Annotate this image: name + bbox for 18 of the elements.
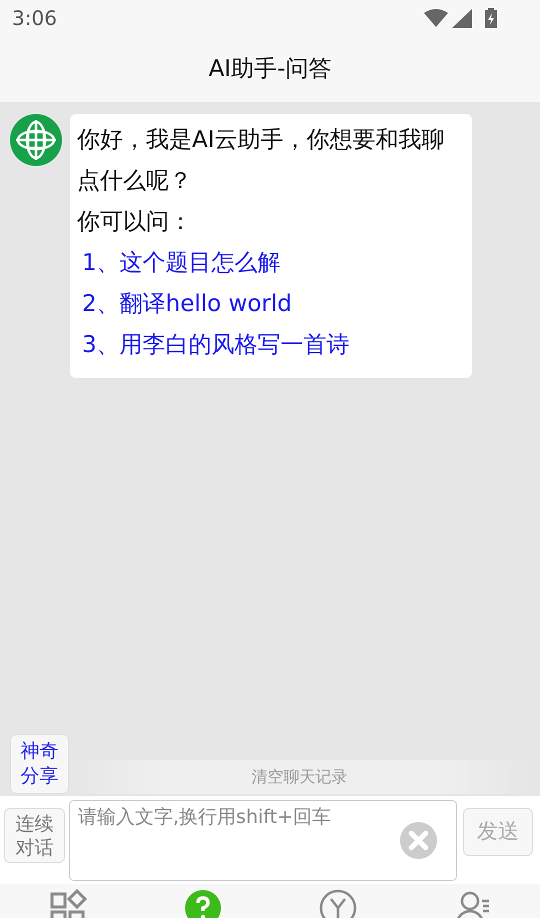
clear-input-icon[interactable]	[400, 822, 437, 859]
help-icon[interactable]	[182, 888, 222, 918]
continuous-chat-button[interactable]: 连续对话	[4, 808, 65, 863]
page-title: AI助手-问答	[208, 54, 332, 84]
assistant-avatar-icon	[10, 114, 62, 166]
apps-icon[interactable]	[48, 888, 88, 918]
share-button[interactable]: 神奇分享	[10, 734, 69, 794]
suggestion-link[interactable]: 2、翻译hello world	[77, 284, 448, 325]
suggestion-link[interactable]: 3、用李白的风格写一首诗	[77, 325, 448, 366]
yen-icon[interactable]	[318, 888, 358, 918]
suggestion-link[interactable]: 1、这个题目怎么解	[77, 243, 448, 284]
message-input[interactable]: 请输入文字,换行用shift+回车	[69, 800, 457, 881]
status-time: 3:06	[12, 5, 57, 32]
prompt-text: 你可以问：	[77, 208, 193, 237]
wifi-icon	[424, 9, 448, 27]
greeting-text: 你好，我是AI云助手，你想要和我聊点什么呢？	[77, 126, 446, 196]
signal-icon	[452, 8, 472, 28]
battery-icon	[484, 8, 498, 28]
